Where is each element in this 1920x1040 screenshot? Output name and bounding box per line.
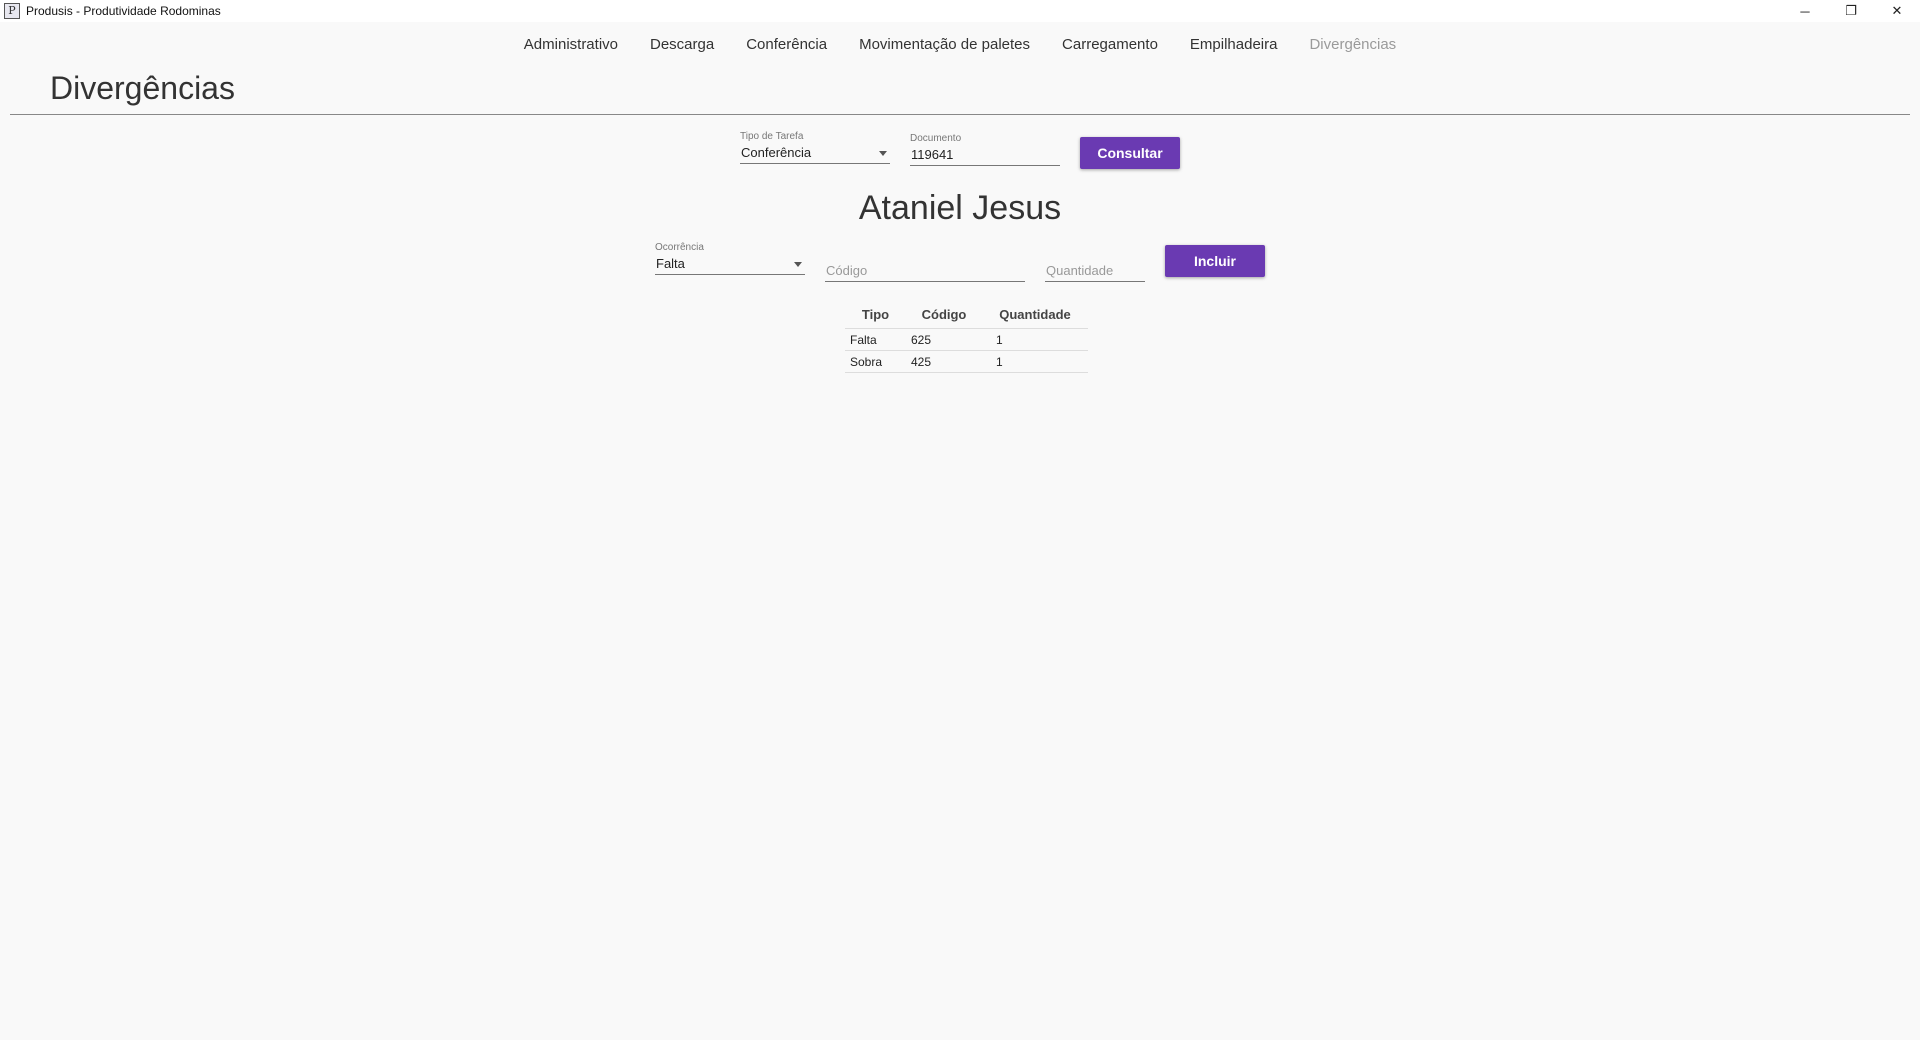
consultar-button[interactable]: Consultar: [1080, 137, 1180, 169]
incluir-button[interactable]: Incluir: [1165, 245, 1265, 277]
divergence-table: Tipo Código Quantidade Falta 625 1 Sobra…: [845, 300, 1088, 373]
occurrence-label: Ocorrência: [655, 242, 704, 253]
code-field[interactable]: Código: [825, 261, 1025, 282]
quantity-placeholder: Quantidade: [1046, 263, 1114, 278]
task-type-label: Tipo de Tarefa: [740, 131, 804, 142]
column-header-codigo: Código: [921, 306, 967, 322]
quantity-field[interactable]: Quantidade: [1045, 261, 1145, 282]
page-title: Divergências: [50, 70, 235, 106]
nav-item-administrativo[interactable]: Administrativo: [508, 36, 634, 53]
minimize-icon[interactable]: ─: [1782, 0, 1828, 22]
column-header-quantidade: Quantidade: [999, 306, 1071, 322]
close-icon[interactable]: ✕: [1874, 0, 1920, 22]
cell-quantidade: 1: [982, 328, 1088, 351]
document-label: Documento: [910, 133, 962, 144]
cell-quantidade: 1: [982, 350, 1088, 373]
window-title: Produsis - Produtividade Rodominas: [26, 4, 221, 18]
task-type-select[interactable]: Tipo de Tarefa Conferência: [740, 131, 890, 164]
column-header-tipo: Tipo: [861, 306, 890, 322]
code-placeholder: Código: [826, 263, 868, 278]
table-header-row: Tipo Código Quantidade: [845, 300, 1088, 329]
person-name: Ataniel Jesus: [858, 189, 1062, 227]
nav-item-divergencias[interactable]: Divergências: [1293, 36, 1412, 53]
cell-codigo: 425: [906, 350, 982, 373]
app-icon: P: [4, 3, 20, 19]
task-type-value: Conferência: [741, 145, 812, 160]
document-value: 119641: [911, 147, 954, 162]
nav-item-carregamento[interactable]: Carregamento: [1046, 36, 1174, 53]
document-field[interactable]: Documento 119641: [910, 133, 1060, 166]
occurrence-value: Falta: [656, 256, 685, 271]
nav-item-empilhadeira[interactable]: Empilhadeira: [1174, 36, 1294, 53]
window-controls: ─ ❐ ✕: [1782, 0, 1920, 22]
title-divider: [10, 114, 1910, 115]
cell-codigo: 625: [906, 328, 982, 351]
restore-icon[interactable]: ❐: [1828, 0, 1874, 22]
cell-tipo: Falta: [845, 328, 906, 351]
window-titlebar: P Produsis - Produtividade Rodominas ─ ❐…: [0, 0, 1920, 22]
chevron-down-icon: [879, 151, 887, 156]
table-row[interactable]: Falta 625 1: [845, 328, 1088, 351]
table-row[interactable]: Sobra 425 1: [845, 350, 1088, 373]
nav-item-conferencia[interactable]: Conferência: [730, 36, 843, 53]
nav-item-descarga[interactable]: Descarga: [634, 36, 730, 53]
top-nav: Administrativo Descarga Conferência Movi…: [0, 36, 1920, 53]
chevron-down-icon: [794, 262, 802, 267]
cell-tipo: Sobra: [845, 350, 906, 373]
occurrence-select[interactable]: Ocorrência Falta: [655, 242, 805, 275]
nav-item-movimentacao-de-paletes[interactable]: Movimentação de paletes: [843, 36, 1046, 53]
